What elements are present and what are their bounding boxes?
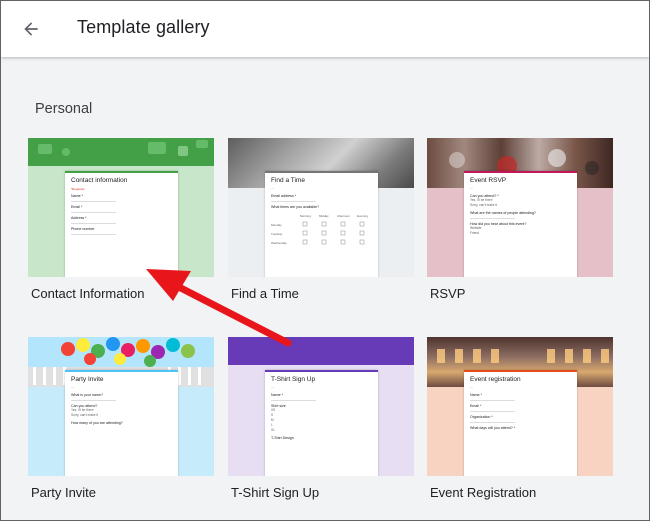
form-preview: Find a Time ... Email address * What tim…	[265, 171, 378, 277]
form-preview: Event RSVP ... Can you attend? * Yes, I'…	[464, 171, 577, 277]
template-card-t-shirt-sign-up[interactable]: T-Shirt Sign Up ... Name * Shirt size XS…	[228, 337, 414, 500]
section-title-personal: Personal	[35, 101, 93, 117]
template-card-event-registration[interactable]: Event registration ... Name * Email * Or…	[427, 337, 613, 500]
form-question: Email *	[71, 205, 83, 209]
form-question: Can you attend?	[71, 404, 98, 408]
template-label[interactable]: RSVP	[430, 286, 465, 301]
template-thumbnail[interactable]: Contact information *Required Name * Ema…	[28, 138, 214, 277]
top-app-bar: Template gallery	[1, 1, 649, 57]
form-title: Contact information	[71, 177, 128, 184]
svg-text:Midday: Midday	[319, 214, 329, 218]
svg-text:Evening: Evening	[357, 214, 368, 218]
contact-illustration-icon	[38, 140, 208, 156]
form-option: Friend	[470, 231, 480, 235]
form-question: Name *	[71, 194, 83, 198]
form-question: What are the names of people attending?	[470, 211, 536, 215]
form-question: How did you hear about this event?	[470, 222, 527, 226]
form-title: Event registration	[470, 376, 521, 383]
availability-grid: Morning Midday Afternoon Evening Monday Tues…	[271, 214, 368, 245]
svg-text:Morning: Morning	[300, 214, 311, 218]
template-card-rsvp[interactable]: Event RSVP ... Can you attend? * Yes, I'…	[427, 138, 613, 301]
template-card-contact-information[interactable]: Contact information *Required Name * Ema…	[28, 138, 214, 301]
svg-text:Monday: Monday	[271, 223, 282, 227]
form-question: Name *	[271, 393, 283, 397]
svg-text:Tuesday: Tuesday	[271, 232, 283, 236]
template-thumbnail[interactable]: Event registration ... Name * Email * Or…	[427, 337, 613, 476]
header-banner	[28, 138, 214, 166]
form-question: What times are you available?	[271, 205, 320, 209]
arrow-back-icon	[24, 22, 38, 36]
form-question: Organization *	[470, 415, 493, 419]
form-question: Email address *	[271, 194, 297, 198]
form-question: Address *	[71, 216, 87, 220]
form-preview: Contact information *Required Name * Ema…	[65, 171, 178, 277]
form-title: T-Shirt Sign Up	[271, 376, 316, 383]
svg-text:Wednesday: Wednesday	[271, 241, 287, 245]
form-question: Email *	[470, 404, 482, 408]
header-banner	[228, 337, 414, 365]
form-title: Find a Time	[271, 177, 305, 184]
template-label[interactable]: Find a Time	[231, 286, 299, 301]
template-label[interactable]: T-Shirt Sign Up	[231, 485, 319, 500]
template-card-party-invite[interactable]: Party Invite ... What is your name? Can …	[28, 337, 214, 500]
form-preview: Party Invite ... What is your name? Can …	[65, 370, 178, 476]
form-preview: Event registration ... Name * Email * Or…	[464, 370, 577, 476]
form-question: T-Shirt Design	[271, 436, 294, 440]
back-button[interactable]	[15, 13, 47, 45]
template-thumbnail[interactable]: T-Shirt Sign Up ... Name * Shirt size XS…	[228, 337, 414, 476]
template-label[interactable]: Contact Information	[31, 286, 144, 301]
page-title: Template gallery	[77, 17, 210, 37]
form-question: Name *	[470, 393, 482, 397]
form-question: Can you attend? *	[470, 194, 499, 198]
form-question: How many of you are attending?	[71, 421, 123, 425]
form-title: Party Invite	[71, 376, 104, 383]
form-title: Event RSVP	[470, 177, 507, 184]
form-question: What days will you attend? *	[470, 426, 516, 430]
form-question: Shirt size	[271, 404, 286, 408]
template-label[interactable]: Party Invite	[31, 485, 96, 500]
template-thumbnail[interactable]: Find a Time ... Email address * What tim…	[228, 138, 414, 277]
form-preview: T-Shirt Sign Up ... Name * Shirt size XS…	[265, 370, 378, 476]
form-question: Phone number	[71, 227, 95, 231]
answer-line	[71, 234, 116, 235]
template-gallery-window: Template gallery Personal Contact inform…	[0, 0, 650, 521]
template-label[interactable]: Event Registration	[430, 485, 536, 500]
template-thumbnail[interactable]: Event RSVP ... Can you attend? * Yes, I'…	[427, 138, 613, 277]
form-question: What is your name?	[71, 393, 103, 397]
svg-text:Afternoon: Afternoon	[337, 214, 350, 218]
template-card-find-a-time[interactable]: Find a Time ... Email address * What tim…	[228, 138, 414, 301]
template-thumbnail[interactable]: Party Invite ... What is your name? Can …	[28, 337, 214, 476]
